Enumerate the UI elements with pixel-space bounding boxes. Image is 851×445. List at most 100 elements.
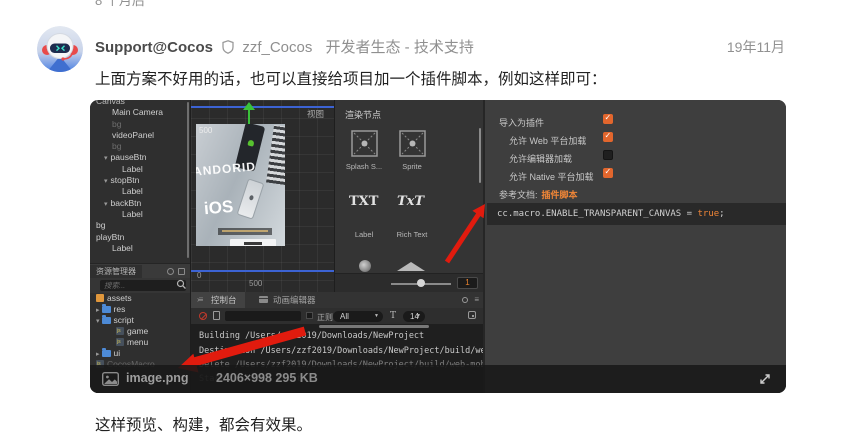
search-icon[interactable] — [176, 279, 187, 292]
search-input[interactable]: 搜索... — [100, 280, 186, 291]
tree-node[interactable]: Label — [90, 164, 190, 175]
post-body-line2: 这样预览、构建，都会有效果。 — [95, 417, 313, 434]
scrollbar[interactable] — [187, 102, 189, 258]
console-toolbar: 正则 All T 14 — [191, 308, 484, 324]
tab-assets[interactable]: 资源管理器 — [90, 265, 142, 279]
zoom-slider-knob[interactable] — [417, 279, 425, 287]
post-body-line1: 上面方案不好用的话，也可以直接给项目加一个插件脚本，例如这样即可： — [95, 71, 607, 88]
tree-node[interactable]: Label — [90, 243, 190, 254]
console-tabbar: 控制台 动画编辑器 — [191, 292, 484, 308]
tree-node[interactable]: bg — [90, 119, 190, 130]
regex-label: 正则 — [317, 313, 333, 322]
expand-icon[interactable] — [758, 372, 772, 388]
refresh-icon[interactable] — [462, 297, 468, 303]
asset-item[interactable]: menu — [90, 337, 190, 348]
asset-item[interactable]: ▾ script — [90, 315, 190, 326]
assets-search-row: 搜索... — [90, 278, 190, 293]
scrollbar[interactable] — [478, 128, 481, 183]
tree-node[interactable]: Label — [90, 186, 190, 197]
tree-node[interactable]: pauseBtn — [90, 152, 190, 163]
code-snippet[interactable]: cc.macro.ENABLE_TRANSPARENT_CANVAS = tru… — [487, 203, 786, 225]
terminal-icon — [197, 296, 207, 304]
tree-node[interactable]: stopBtn — [90, 175, 190, 186]
allow-native-checkbox[interactable] — [603, 167, 613, 178]
tree-node[interactable]: Main Camera — [90, 107, 190, 118]
zoom-bar: 1 — [335, 273, 484, 292]
tab-animation-editor[interactable]: 动画编辑器 — [253, 292, 324, 308]
particle-card-partial[interactable] — [359, 260, 371, 272]
richtext-node-glyph[interactable]: TxT — [397, 194, 424, 209]
card-label: Splash S... — [345, 162, 383, 171]
package-icon — [96, 294, 104, 302]
label-node-glyph[interactable]: TXT — [349, 194, 378, 209]
tree-node[interactable]: bg — [90, 141, 190, 152]
ruler-label: 500 — [199, 126, 213, 135]
sprite-card[interactable] — [399, 130, 426, 157]
splash-sprite-card[interactable] — [351, 130, 378, 157]
tab-console[interactable]: 控制台 — [191, 292, 245, 308]
inspector-row-label: 导入为插件 — [499, 118, 545, 128]
scene-tab-label[interactable]: 视图 — [307, 108, 324, 120]
regex-checkbox[interactable] — [306, 312, 313, 319]
asset-item[interactable]: game — [90, 326, 190, 337]
asset-item[interactable]: ▸ ui — [90, 348, 190, 359]
console-filter-input[interactable] — [225, 311, 301, 321]
inspector-row-label: 允许 Native 平台加载 — [509, 172, 594, 182]
hierarchy-panel: Canvas Main Camera bg videoPanel bg paus… — [90, 100, 190, 393]
js-file-icon — [116, 337, 124, 348]
js-file-icon — [116, 326, 124, 337]
panel-title: 渲染节点 — [345, 110, 382, 120]
terrain-card-partial[interactable] — [397, 262, 425, 271]
log-level-dropdown[interactable]: All — [333, 310, 383, 322]
clear-console-icon[interactable] — [199, 312, 207, 320]
folder-icon — [101, 304, 111, 313]
collapsed-arrow-icon[interactable]: ▸ — [96, 307, 100, 314]
asset-item[interactable]: assets — [90, 293, 190, 304]
log-file-icon[interactable] — [213, 311, 220, 320]
photo-button-bar — [230, 239, 276, 246]
scene-photo: 500 ANDORID iOS — [196, 124, 285, 246]
clapperboard-icon — [259, 296, 268, 303]
collapse-icon[interactable] — [468, 311, 476, 319]
post-header: Support@Cocos zzf_Cocos 开发者生态 - 技术支持 — [95, 36, 715, 58]
menu-icon[interactable] — [178, 268, 185, 275]
doc-label: 参考文档: — [499, 190, 538, 200]
inspector-row-label: 允许编辑器加载 — [509, 154, 573, 164]
font-size-dropdown[interactable]: 14 — [403, 310, 425, 322]
tree-node[interactable]: backBtn — [90, 198, 190, 209]
allow-editor-checkbox[interactable] — [603, 150, 613, 160]
post-timestamp: 19年11月 — [726, 39, 785, 55]
screenshot-image[interactable]: Canvas Main Camera bg videoPanel bg paus… — [90, 100, 786, 393]
expanded-arrow-icon[interactable]: ▾ — [96, 318, 100, 325]
collapsed-arrow-icon[interactable]: ▸ — [96, 351, 100, 358]
image-filename[interactable]: image.png — [126, 371, 189, 385]
zoom-value[interactable]: 1 — [457, 277, 478, 289]
asset-item[interactable]: ▸ res — [90, 304, 190, 315]
image-icon — [101, 371, 120, 388]
menu-icon[interactable] — [474, 297, 479, 303]
scene-view[interactable]: 视图 500 ANDORID iOS 0 500 — [190, 100, 335, 292]
log-line: Building /Users/zzf2019/Downloads/NewPro… — [199, 331, 425, 341]
card-label: Label — [354, 230, 374, 239]
image-meta: 2406×998 295 KB — [216, 371, 318, 385]
folder-icon — [101, 348, 111, 357]
font-size-icon: T — [390, 311, 397, 321]
tree-node[interactable]: Label — [90, 209, 190, 220]
tree-node[interactable]: videoPanel — [90, 130, 190, 141]
previous-reply-gap: 8 个月后 — [95, 0, 145, 7]
card-label: Sprite — [402, 162, 422, 171]
tree-node[interactable]: playBtn — [90, 232, 190, 243]
plugin-doc-link[interactable]: 插件脚本 — [542, 190, 578, 200]
avatar[interactable] — [37, 26, 83, 72]
scrollbar[interactable] — [319, 325, 429, 328]
allow-web-checkbox[interactable] — [603, 131, 613, 142]
author-username[interactable]: zzf_Cocos — [242, 39, 312, 56]
refresh-icon[interactable] — [167, 268, 174, 275]
author-name[interactable]: Support@Cocos — [95, 39, 213, 56]
tree-node[interactable]: Canvas — [90, 100, 190, 107]
photo-laptop — [266, 124, 285, 186]
import-as-plugin-checkbox[interactable] — [603, 113, 613, 124]
tree-node[interactable]: bg — [90, 220, 190, 231]
forum-page: 8 个月后 Support@Cocos zzf_Cocos 开发者生 — [0, 0, 851, 445]
inspector-row-label: 允许 Web 平台加载 — [509, 136, 587, 146]
